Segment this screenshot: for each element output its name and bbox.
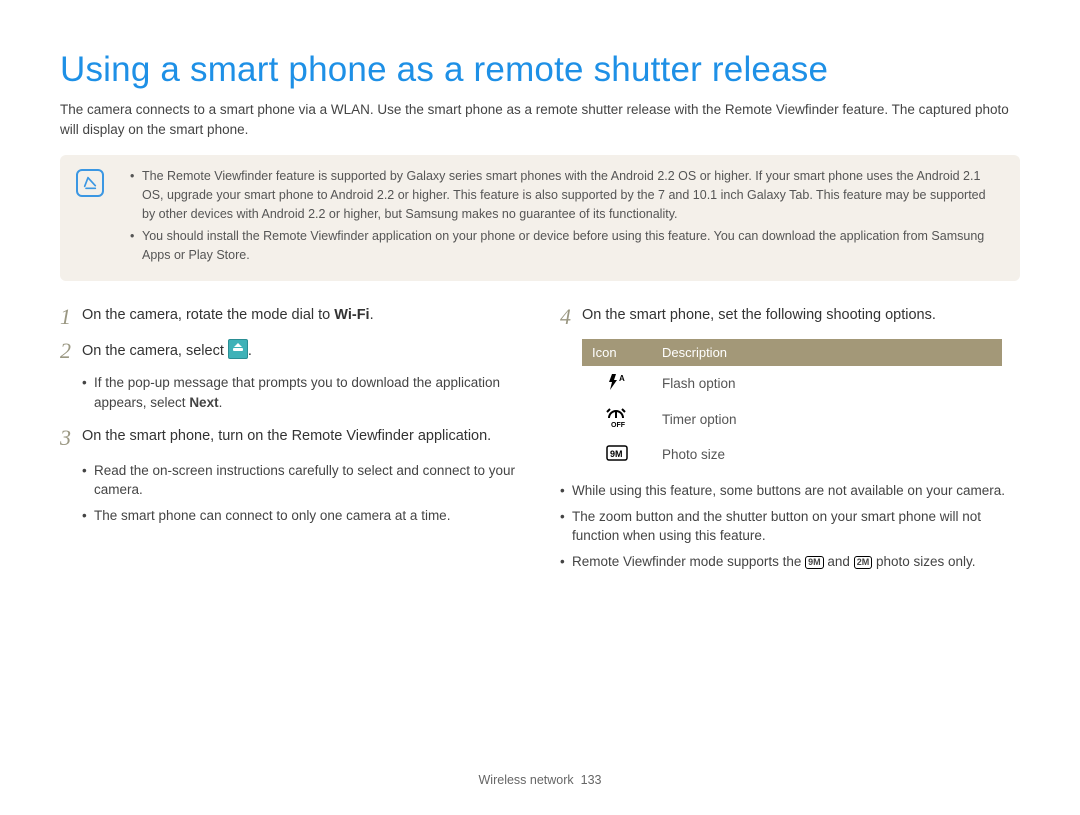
step-body: On the smart phone, turn on the Remote V… (82, 426, 520, 450)
step-body: On the camera, rotate the mode dial to W… (82, 305, 520, 329)
sub-text: . (219, 395, 223, 410)
sub-bullet: The zoom button and the shutter button o… (560, 507, 1020, 546)
content-columns: 1 On the camera, rotate the mode dial to… (60, 305, 1020, 585)
step-1: 1 On the camera, rotate the mode dial to… (60, 305, 520, 329)
cell-desc: Timer option (652, 401, 1002, 438)
step-number: 4 (560, 305, 582, 329)
sub-text: If the pop-up message that prompts you t… (94, 375, 500, 410)
photo-size-9m-icon: 9M (805, 556, 824, 569)
sub-bullet: Remote Viewfinder mode supports the 9M a… (560, 552, 1020, 572)
table-header-row: Icon Description (582, 339, 1002, 366)
header-description: Description (652, 339, 1002, 366)
svg-text:A: A (619, 374, 625, 383)
cell-icon: A (582, 366, 652, 401)
note-item: You should install the Remote Viewfinder… (130, 227, 1000, 265)
svg-text:9M: 9M (610, 449, 623, 459)
note-box: The Remote Viewfinder feature is support… (60, 155, 1020, 281)
step-text: On the camera, rotate the mode dial to (82, 307, 334, 323)
step-body: On the camera, select . (82, 339, 520, 363)
sub-text: Remote Viewfinder mode supports the (572, 554, 805, 569)
cell-icon: OFF (582, 401, 652, 438)
sub-bullet: The smart phone can connect to only one … (82, 506, 520, 526)
step-number: 2 (60, 339, 82, 363)
remote-viewfinder-app-icon (228, 339, 248, 359)
svg-text:OFF: OFF (611, 422, 626, 428)
next-label: Next (189, 395, 218, 410)
left-column: 1 On the camera, rotate the mode dial to… (60, 305, 520, 585)
step-3: 3 On the smart phone, turn on the Remote… (60, 426, 520, 450)
wifi-label: Wi-Fi (334, 307, 369, 323)
step-text: . (370, 307, 374, 323)
step-text: . (248, 343, 252, 359)
cell-icon: 9M (582, 438, 652, 471)
note-item: The Remote Viewfinder feature is support… (130, 167, 1000, 223)
step-4: 4 On the smart phone, set the following … (560, 305, 1020, 329)
note-list: The Remote Viewfinder feature is support… (130, 167, 1000, 265)
sub-bullet: If the pop-up message that prompts you t… (82, 373, 520, 412)
intro-paragraph: The camera connects to a smart phone via… (60, 100, 1020, 139)
step-3-sub: Read the on-screen instructions carefull… (82, 461, 520, 526)
options-table: Icon Description A Flash option OFF (582, 339, 1002, 471)
flash-auto-icon: A (606, 373, 628, 391)
step-text: On the camera, select (82, 343, 228, 359)
step-4-sub: While using this feature, some buttons a… (560, 481, 1020, 571)
step-2-sub: If the pop-up message that prompts you t… (82, 373, 520, 412)
sub-text: and (824, 554, 854, 569)
note-icon (76, 169, 104, 197)
table-row: 9M Photo size (582, 438, 1002, 471)
sub-bullet: While using this feature, some buttons a… (560, 481, 1020, 501)
photo-size-2m-icon: 2M (854, 556, 873, 569)
timer-off-icon: OFF (605, 408, 629, 428)
photo-size-9m-icon: 9M (606, 445, 628, 461)
sub-text: photo sizes only. (872, 554, 975, 569)
table-row: OFF Timer option (582, 401, 1002, 438)
step-number: 3 (60, 426, 82, 450)
right-column: 4 On the smart phone, set the following … (560, 305, 1020, 585)
manual-page: Using a smart phone as a remote shutter … (0, 0, 1080, 815)
page-footer: Wireless network 133 (0, 773, 1080, 787)
header-icon: Icon (582, 339, 652, 366)
cell-desc: Photo size (652, 438, 1002, 471)
page-title: Using a smart phone as a remote shutter … (60, 50, 1020, 90)
step-body: On the smart phone, set the following sh… (582, 305, 1020, 329)
footer-section: Wireless network (479, 773, 574, 787)
step-number: 1 (60, 305, 82, 329)
cell-desc: Flash option (652, 366, 1002, 401)
step-2: 2 On the camera, select . (60, 339, 520, 363)
table-row: A Flash option (582, 366, 1002, 401)
footer-page-number: 133 (581, 773, 602, 787)
sub-bullet: Read the on-screen instructions carefull… (82, 461, 520, 500)
